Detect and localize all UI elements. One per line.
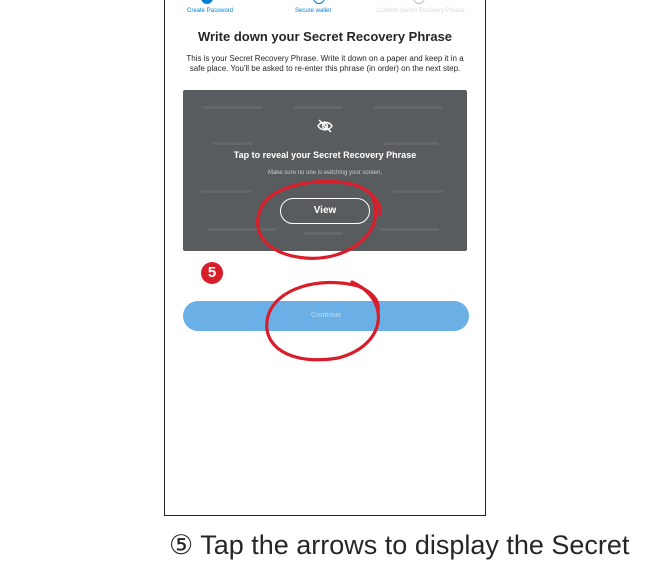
- view-button[interactable]: View: [280, 198, 370, 224]
- instruction-caption: ⑤ Tap the arrows to display the Secret: [169, 530, 630, 560]
- step-3-dot: 3: [413, 0, 425, 4]
- step-2-dot: 2: [313, 0, 325, 4]
- step-2-label: Secure wallet: [295, 8, 332, 14]
- step-1-label: Create Password: [187, 8, 234, 14]
- secret-phrase-reveal-panel[interactable]: Tap to reveal your Secret Recovery Phras…: [183, 90, 467, 251]
- page-description: This is your Secret Recovery Phrase. Wri…: [186, 54, 464, 73]
- eye-slash-icon: [317, 119, 333, 133]
- continue-button[interactable]: Continue: [183, 301, 469, 331]
- reveal-title: Tap to reveal your Secret Recovery Phras…: [233, 150, 417, 160]
- step-number-marker: 5: [201, 262, 223, 284]
- progress-stepper: 1 Create Password 2 Secure wallet 3 Conf…: [165, 0, 485, 22]
- step-1-dot: 1: [201, 0, 213, 4]
- reveal-subtitle: Make sure no one is watching your screen…: [267, 170, 383, 176]
- step-3-label: Confirm Secret Recovery Phrase: [377, 8, 465, 14]
- phone-screen: 1 Create Password 2 Secure wallet 3 Conf…: [164, 0, 486, 516]
- page-title: Write down your Secret Recovery Phrase: [197, 29, 453, 44]
